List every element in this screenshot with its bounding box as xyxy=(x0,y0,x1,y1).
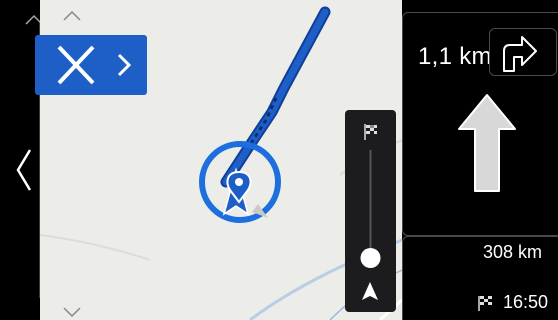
navigation-arrow-icon xyxy=(362,282,378,300)
distance-to-turn: 1,1 km xyxy=(418,43,492,70)
chevron-up-icon[interactable] xyxy=(57,6,87,26)
chevron-right-icon[interactable] xyxy=(117,53,132,77)
chevron-left-icon[interactable] xyxy=(16,149,32,191)
close-icon[interactable] xyxy=(57,45,95,85)
trip-info-panel: 308 km 16:50 xyxy=(402,236,558,320)
close-guidance-button[interactable] xyxy=(35,35,147,95)
chevron-up-icon[interactable] xyxy=(25,14,40,25)
remaining-distance: 308 km xyxy=(483,242,543,262)
side-panel-collapsed[interactable] xyxy=(0,0,40,320)
arrival-time: 16:50 xyxy=(503,292,549,312)
checkered-flag-icon xyxy=(478,296,492,311)
maneuver-panel: 1,1 km xyxy=(402,12,558,236)
navigation-screen: 1,1 km 308 km 16:50 xyxy=(0,0,558,320)
side-panel-chevrons xyxy=(16,14,40,191)
map-road xyxy=(40,234,151,261)
checkered-flag-icon xyxy=(364,124,377,140)
slider-thumb[interactable] xyxy=(360,248,381,268)
chevron-down-icon[interactable] xyxy=(57,304,87,320)
route-progress-slider[interactable] xyxy=(345,110,396,312)
next-maneuver-box xyxy=(489,28,557,76)
straight-arrow-icon xyxy=(458,94,516,192)
turn-right-icon xyxy=(503,36,537,72)
